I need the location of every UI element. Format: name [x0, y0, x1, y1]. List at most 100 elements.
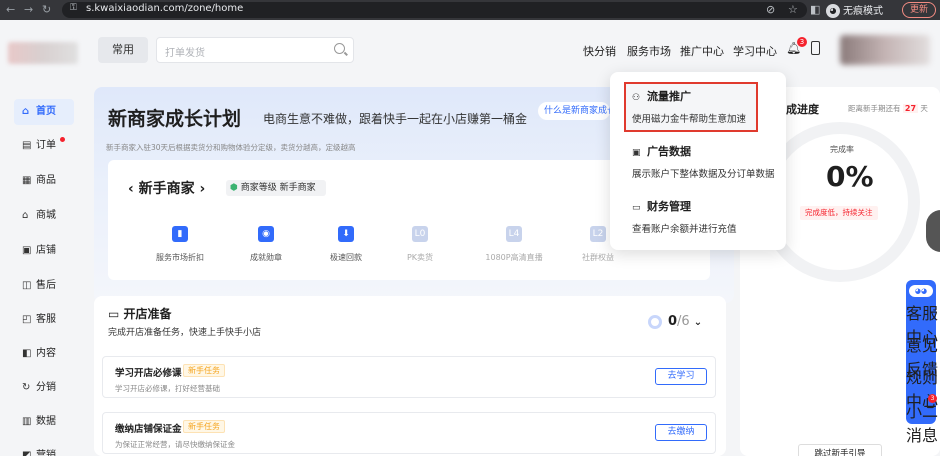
sidebar-item-service[interactable]: ◰ 客服 [14, 307, 74, 333]
perk-label: PK卖货 [406, 253, 434, 262]
sidebar-item-after-sale[interactable]: ◫ 售后 [14, 273, 74, 299]
skip-guide-button[interactable]: 跳过新手引导 [798, 444, 882, 456]
sidepanel-icon[interactable]: ◧ [810, 3, 820, 16]
shop-prep-title: ▭ 开店准备 [108, 307, 172, 321]
what-is-growth-plan-link[interactable]: 什么是新商家成长 [538, 102, 610, 120]
mall-icon: ⌂ [22, 210, 29, 221]
sidebar-item-label: 商品 [36, 175, 56, 186]
progress-ring-icon [648, 314, 662, 329]
shop-icon: ▭ [108, 307, 124, 321]
incognito-indicator[interactable]: ◕ 无痕模式 [826, 2, 883, 18]
task-title: 缴纳店铺保证金 [115, 424, 182, 435]
nav-service-market[interactable]: 服务市场 [627, 43, 671, 59]
common-menu-button[interactable]: 常用 [98, 37, 148, 63]
task-card: 缴纳店铺保证金 新手任务 为保证正常经营，请尽快缴纳保证金 去缴纳 [102, 412, 716, 454]
dropdown-item-desc[interactable]: 展示账户下整体数据及分订单数据 [632, 166, 775, 180]
perk-icon: L4 [506, 226, 522, 242]
nav-learning-center[interactable]: 学习中心 [733, 43, 777, 59]
dropdown-item-desc[interactable]: 使用磁力金牛帮助生意加速 [632, 111, 746, 125]
perk-icon: L2 [590, 226, 606, 242]
back-icon[interactable]: ← [6, 3, 15, 16]
sidebar-item-mall[interactable]: ⌂ 商城 [14, 203, 74, 229]
perk-item[interactable]: ⬇ 极速回款 [306, 226, 386, 263]
finance-icon: ▭ [632, 203, 641, 213]
sidebar-item-label: 商城 [36, 210, 56, 221]
task-action-button[interactable]: 去缴纳 [655, 424, 707, 441]
shop-prep-progress[interactable]: 0/6 ⌄ [648, 314, 702, 329]
completion-warning: 完成度低，持续关注 [800, 206, 878, 220]
merchant-level-badge: ⬢ 商家等级 新手商家 [226, 180, 326, 196]
float-item-label-1: 客服 [906, 304, 939, 323]
eye-off-icon[interactable]: ⊘ [766, 3, 775, 16]
sidebar-item-label: 客服 [36, 314, 56, 325]
task-desc: 为保证正常经营，请尽快缴纳保证金 [115, 440, 235, 449]
dropdown-item-title[interactable]: ▭ 财务管理 [632, 198, 691, 214]
perk-label: 极速回款 [330, 253, 362, 262]
perk-item[interactable]: ▮ 服务市场折扣 [140, 226, 220, 263]
service-icon: ◰ [22, 314, 32, 325]
search-placeholder: 打单发货 [165, 48, 205, 59]
perk-item[interactable]: ◉ 成就勋章 [226, 226, 306, 263]
dropdown-item-title[interactable]: ▣ 广告数据 [632, 143, 691, 159]
float-item[interactable]: 小二 消息 [906, 398, 938, 446]
address-bar[interactable]: ⚿ s.kwaixiaodian.com/zone/home [62, 2, 807, 18]
shop-prep-subtitle: 完成开店准备任务，快速上手快手小店 [108, 328, 262, 338]
dropdown-item-title-text: 流量推广 [647, 90, 691, 103]
content-icon: ◧ [22, 348, 32, 359]
perk-item[interactable]: L4 1080P高清直播 [474, 226, 554, 263]
url-text[interactable]: s.kwaixiaodian.com/zone/home [86, 3, 243, 14]
perk-icon: L0 [412, 226, 428, 242]
task-card: 学习开店必修课 新手任务学习开店必修课，打好经营基础 去学习 [102, 356, 716, 398]
sidebar-item-distribution[interactable]: ↻ 分销 [14, 375, 74, 401]
marketing-icon: ◩ [22, 450, 32, 456]
perk-label: 1080P高清直播 [485, 253, 543, 262]
sidebar-item-store[interactable]: ▣ 店铺 [14, 238, 74, 264]
growth-plan-note: 新手商家入驻30天后根据卖货分和购物体验分定级，卖货分越高，定级越高 [106, 143, 356, 152]
floating-scroll-handle[interactable] [926, 210, 940, 252]
sidebar-item-order[interactable]: ▤ 订单 [14, 133, 74, 159]
order-icon: ▤ [22, 140, 32, 151]
bookmark-star-icon[interactable]: ☆ [788, 3, 798, 16]
sidebar-item-marketing[interactable]: ◩ 营销 [14, 443, 74, 456]
sidebar-item-product[interactable]: ▦ 商品 [14, 168, 74, 194]
task-action-button[interactable]: 去学习 [655, 368, 707, 385]
nav-promotion-center[interactable]: 推广中心 [680, 43, 724, 59]
chevron-down-icon[interactable]: ⌄ [694, 317, 702, 328]
task-title: 学习开店必修课 [115, 368, 182, 379]
mobile-icon[interactable] [811, 41, 820, 55]
growth-plan-subtitle: 电商生意不难做，跟着快手一起在小店赚第一桶金 [263, 112, 528, 126]
dropdown-item-title[interactable]: ⚇ 流量推广 [632, 88, 691, 104]
top-bar: 常用 打单发货 快分销 服务市场 推广中心 学习中心 🔔︎ 3 [0, 20, 940, 82]
store-icon: ▣ [22, 245, 32, 256]
search-icon[interactable] [334, 43, 345, 54]
reload-icon[interactable]: ↻ [42, 3, 51, 16]
user-avatar-blurred[interactable] [840, 35, 930, 65]
product-icon: ▦ [22, 175, 32, 186]
progress-title: 成进度 [786, 103, 819, 116]
sidebar-item-content[interactable]: ◧ 内容 [14, 341, 74, 367]
chevron-right-icon[interactable]: › [195, 181, 206, 197]
sidebar-item-home[interactable]: ⌂ 首页 [14, 99, 74, 125]
sidebar-item-label: 分销 [36, 382, 56, 393]
perk-item[interactable]: L0 PK卖货 [380, 226, 460, 263]
sidebar-item-data[interactable]: ▥ 数据 [14, 409, 74, 435]
update-button[interactable]: 更新 [902, 2, 936, 18]
site-info-icon[interactable]: ⚿ [70, 3, 77, 13]
search-input[interactable]: 打单发货 [156, 37, 354, 63]
sidebar-item-label: 营销 [36, 450, 56, 456]
task-desc: 学习开店必修课，打好经营基础 [115, 384, 220, 393]
float-item-label-1: 意见 [906, 336, 939, 355]
forward-icon[interactable]: → [24, 3, 33, 16]
task-tag: 新手任务 [183, 364, 225, 377]
dropdown-item-desc[interactable]: 查看账户余额并进行充值 [632, 221, 737, 235]
perk-icon: ⬇ [338, 226, 354, 242]
sidebar-item-label: 内容 [36, 348, 56, 359]
home-icon: ⌂ [22, 106, 30, 117]
dropdown-item-title-text: 财务管理 [647, 200, 691, 213]
perk-label: 服务市场折扣 [156, 253, 204, 262]
nav-kuaifenxiao[interactable]: 快分销 [583, 43, 616, 59]
sidebar-item-label: 店铺 [36, 245, 56, 256]
chevron-left-icon[interactable]: ‹ [128, 181, 139, 197]
perk-label: 成就勋章 [250, 253, 282, 262]
perk-icon: ◉ [258, 226, 274, 242]
